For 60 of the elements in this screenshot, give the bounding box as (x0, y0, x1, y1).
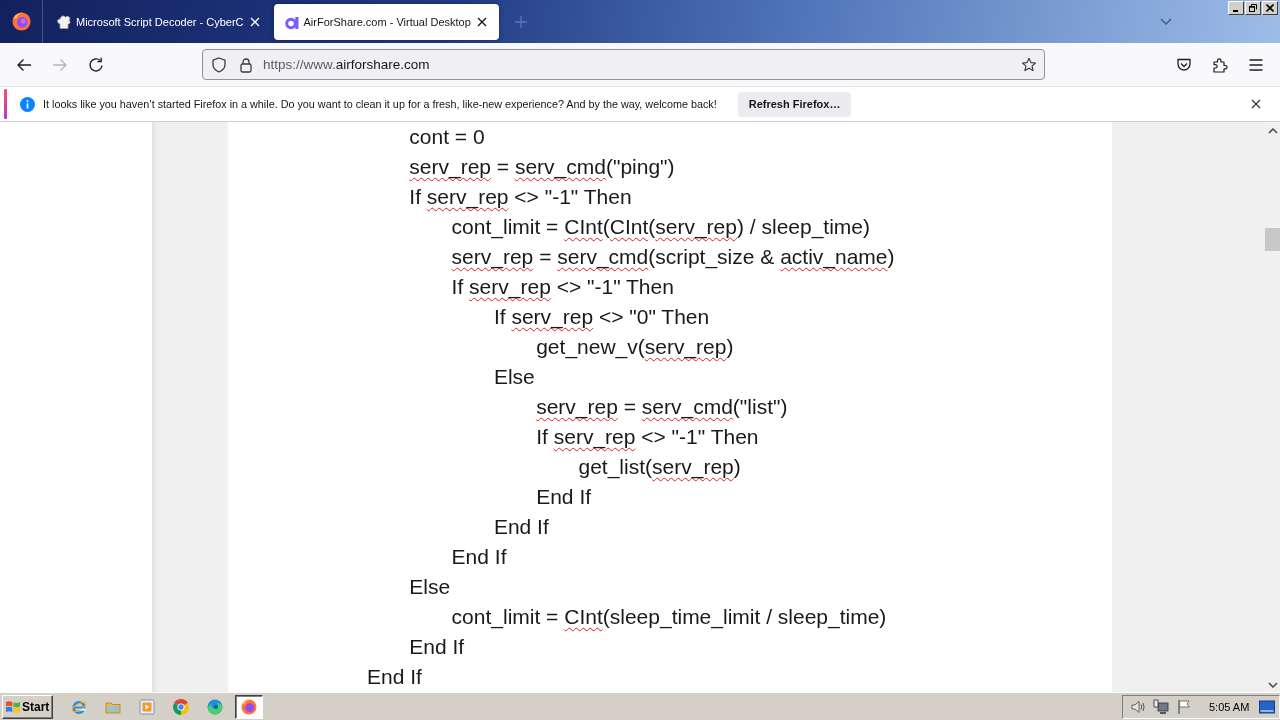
address-field[interactable]: https://www.airforshare.com (202, 49, 1045, 80)
code-line: End If (493, 514, 549, 540)
code-line: serv_rep = serv_cmd("list") (536, 394, 788, 421)
refresh-button[interactable]: Refresh Firefox… (737, 91, 852, 117)
code-line: serv_rep = serv_cmd(script_size & activ_name) (451, 244, 895, 271)
code-line: serv_rep = serv_cmd("ping") (409, 154, 675, 181)
code-line: cont_limit = CInt(sleep_time_limit / sleep_time) (451, 604, 887, 631)
reload-icon[interactable] (88, 56, 104, 73)
start-button[interactable]: Start (2, 694, 53, 719)
code-line: End If (409, 634, 465, 660)
swirl-icon (207, 698, 223, 715)
browser-logo-icon (241, 698, 257, 715)
close-button[interactable] (1262, 1, 1278, 15)
code-line: If serv_rep <> "-1" Then (409, 184, 632, 211)
network-icon[interactable] (1153, 698, 1169, 715)
scrollbar-thumb[interactable] (1265, 228, 1280, 251)
flag-icon[interactable] (1176, 698, 1192, 715)
code-line: cont = 0 (409, 124, 485, 150)
code-line: Else (409, 574, 451, 600)
code-line: End If (536, 484, 592, 510)
notification-text: It looks like you haven’t started Firefox in a while. Do you want to clean it up for a fresh, like-new experience? And by the way, welcome back! (43, 98, 717, 110)
code-line: If serv_rep <> "-1" Then (536, 424, 759, 451)
code-line: If serv_rep <> "-1" Then (451, 274, 674, 301)
code-line: End If (367, 664, 422, 690)
code-line: cont_limit = CInt(CInt(serv_rep) / sleep_time) (451, 214, 870, 241)
info-icon (20, 96, 35, 112)
chevron-down-icon[interactable] (1160, 18, 1172, 25)
speaker-icon[interactable] (1130, 698, 1146, 715)
taskbar-button[interactable] (235, 694, 263, 719)
code-line: End If (451, 544, 507, 570)
lock-icon[interactable] (238, 56, 254, 73)
windows-flag-icon (5, 698, 21, 715)
close-icon[interactable] (476, 16, 487, 27)
ring-icon (173, 698, 189, 715)
star-icon[interactable] (1021, 55, 1037, 74)
e-logo-icon (71, 698, 87, 715)
chevron-up-icon[interactable] (1268, 128, 1278, 134)
desktop-icon[interactable] (1259, 698, 1276, 715)
code-line: If serv_rep <> "0" Then (493, 304, 710, 331)
chevron-down-icon[interactable] (1268, 682, 1278, 688)
puzzle-icon[interactable] (1212, 56, 1228, 73)
close-icon[interactable] (1251, 99, 1261, 109)
clock-text[interactable]: 5:05 AM (1209, 700, 1250, 713)
restore-icon (1249, 4, 1257, 12)
back-arrow-icon[interactable] (16, 56, 32, 73)
play-icon (139, 698, 155, 715)
shield-icon[interactable] (211, 56, 227, 73)
code-line: get_list(serv_rep) (578, 454, 741, 481)
menu-icon[interactable] (1248, 56, 1264, 73)
minimize-button[interactable] (1228, 1, 1244, 15)
browser-tab[interactable]: Microsoft Script Decoder - CyberC (43, 3, 272, 40)
accent-stripe (4, 89, 7, 119)
pocket-icon[interactable] (1176, 56, 1192, 73)
close-icon (1266, 4, 1274, 12)
chef-hat-icon (56, 13, 72, 30)
browser-tab[interactable]: AirForShare.com - Virtual Desktop (273, 3, 499, 40)
code-line: Else (493, 364, 535, 390)
code-line: get_new_v(serv_rep) (536, 334, 734, 361)
browser-logo-icon[interactable] (11, 12, 31, 31)
restore-button[interactable] (1245, 1, 1261, 15)
